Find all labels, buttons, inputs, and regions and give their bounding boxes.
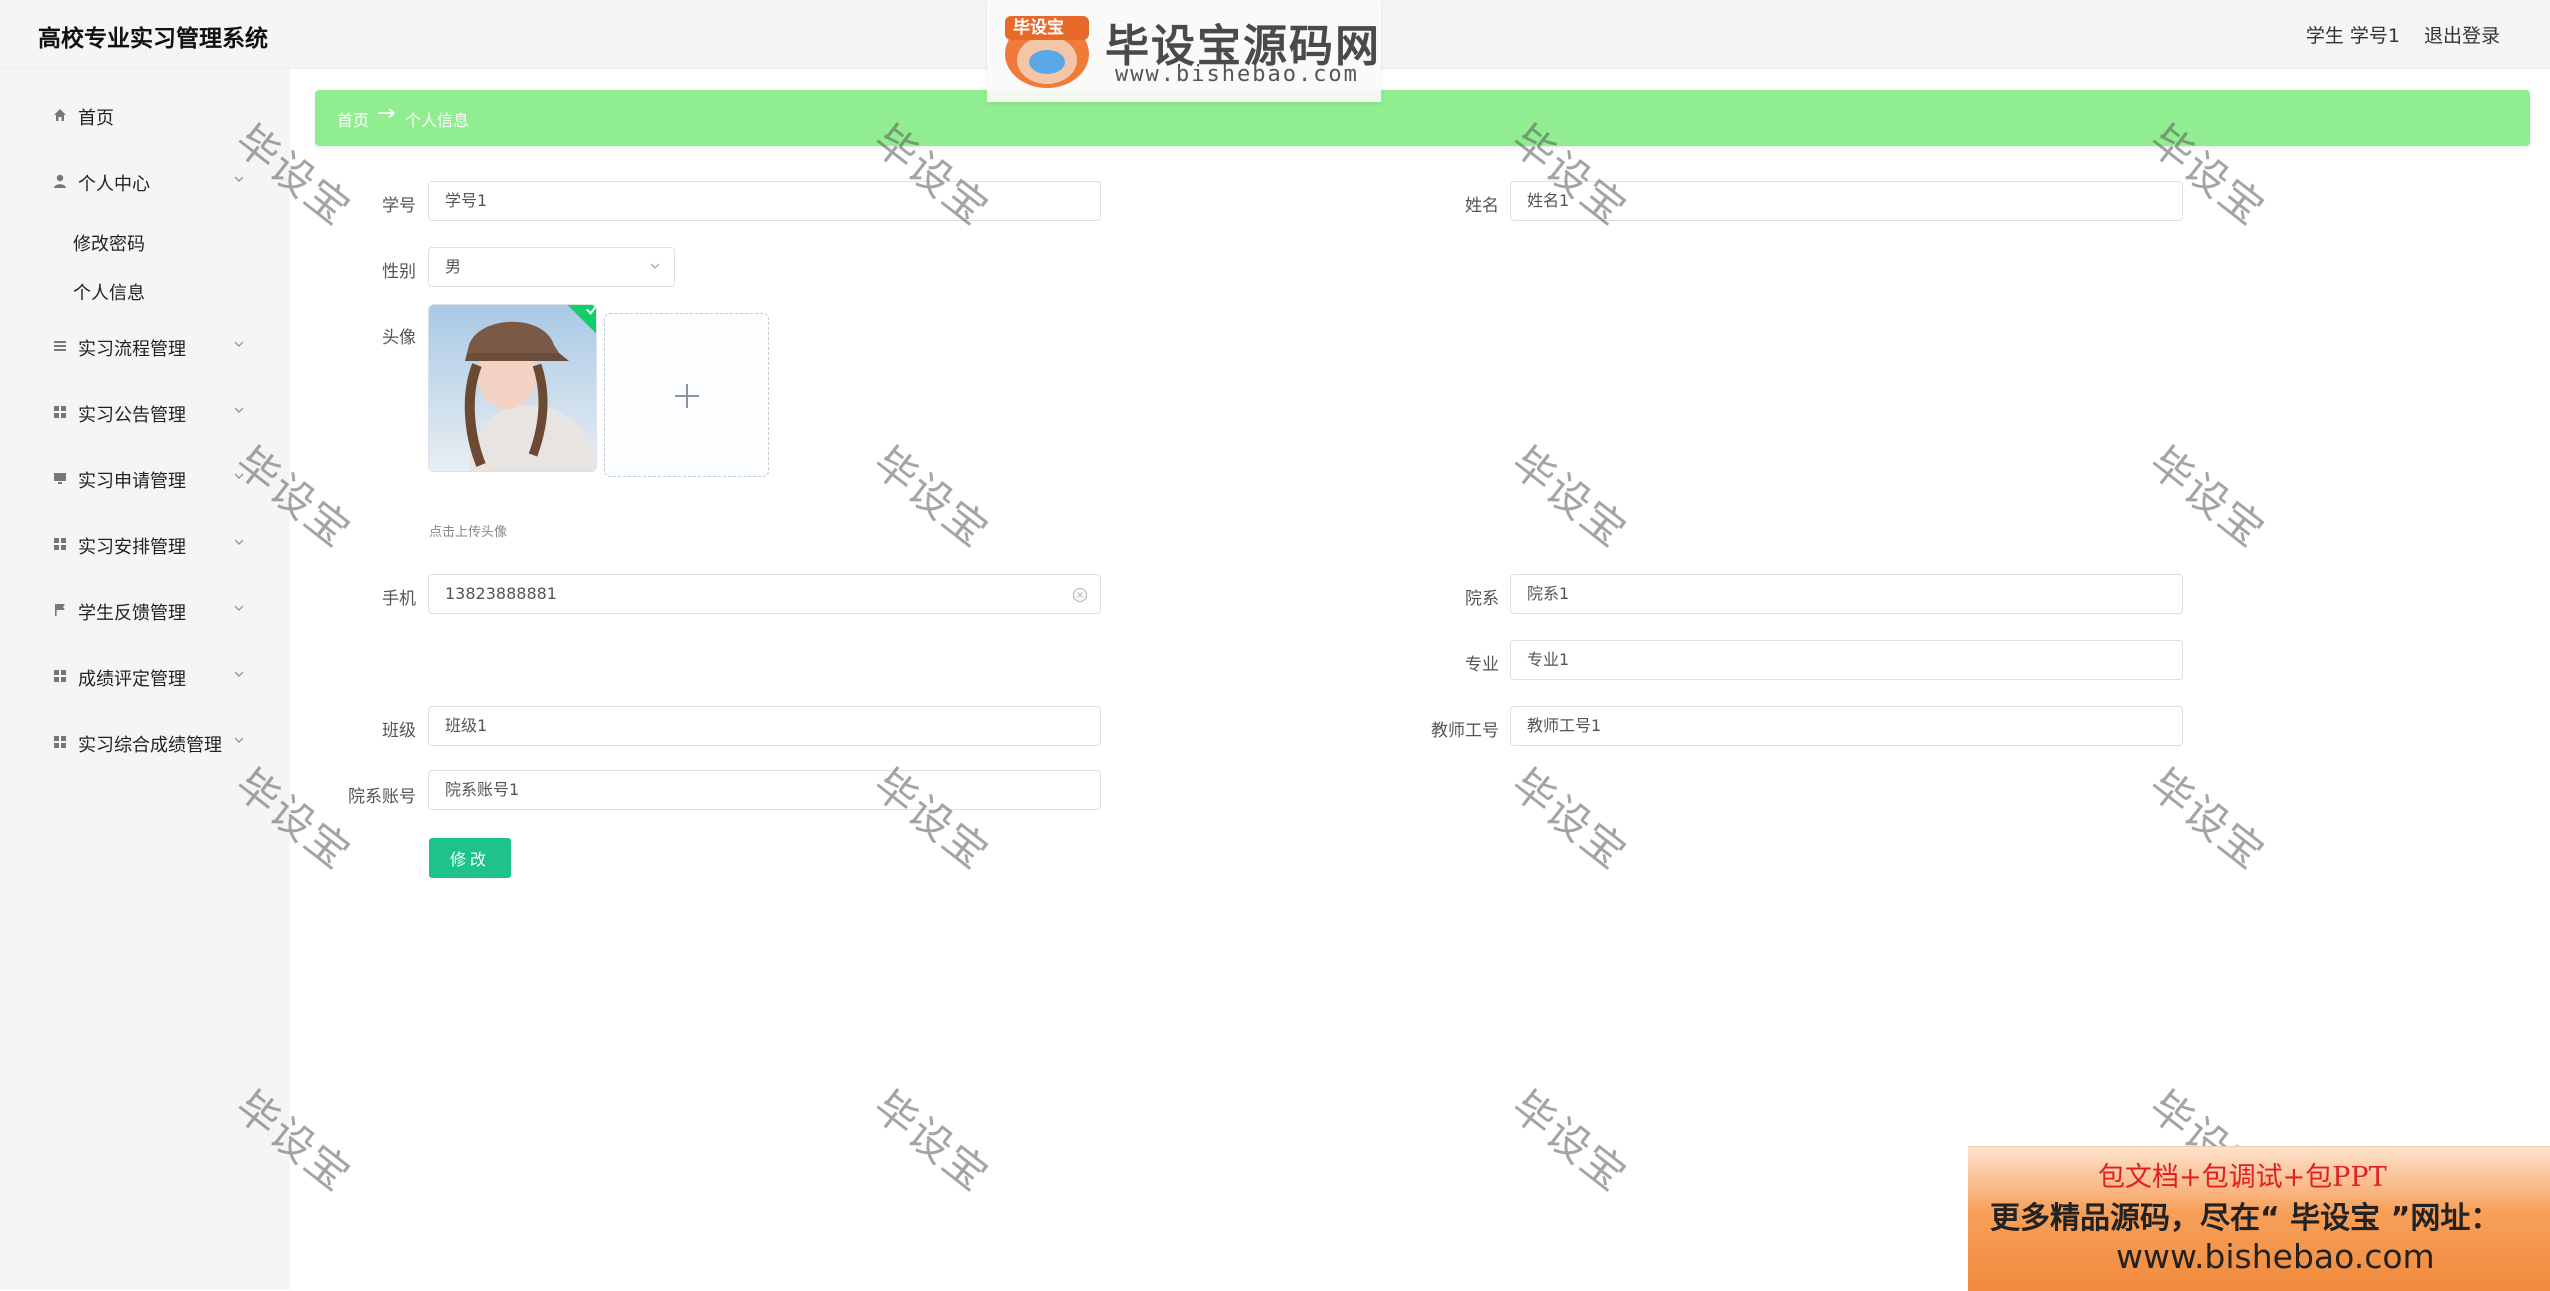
- watermark: 毕设宝: [1502, 759, 1637, 879]
- teacher-no-label: 教师工号: [1431, 721, 1499, 741]
- grid-icon: [54, 736, 66, 748]
- sidebar-item-label: 实习综合成绩管理: [78, 735, 222, 756]
- sidebar-item-label: 实习公告管理: [78, 405, 186, 426]
- sidebar-item-grading[interactable]: 成绩评定管理: [0, 657, 290, 697]
- name-field[interactable]: 姓名1: [1510, 181, 2183, 221]
- sidebar-item-process[interactable]: 实习流程管理: [0, 327, 290, 367]
- watermark: 毕设宝: [2140, 437, 2275, 557]
- watermark: 毕设宝: [864, 437, 999, 557]
- promo-line-2: 更多精品源码，尽在“ 毕设宝 ”网址：: [1990, 1201, 2501, 1236]
- sidebar-item-home[interactable]: 首页: [0, 96, 290, 136]
- grid-icon: [54, 538, 66, 550]
- update-button[interactable]: 修改: [429, 838, 511, 878]
- clear-icon[interactable]: [1072, 587, 1088, 603]
- chevron-down-icon: [234, 176, 244, 182]
- chevron-down-icon: [650, 263, 660, 269]
- department-field[interactable]: 院系1: [1510, 574, 2183, 614]
- dept-account-field[interactable]: 院系账号1: [428, 770, 1101, 810]
- upload-tip: 点击上传头像: [429, 525, 508, 540]
- promo-url: www.bishebao.com: [2116, 1237, 2435, 1276]
- avatar-upload-button[interactable]: [604, 313, 769, 477]
- sidebar-item-label: 个人中心: [78, 174, 150, 195]
- major-label: 专业: [1465, 655, 1499, 675]
- sidebar-item-arrangement[interactable]: 实习安排管理: [0, 525, 290, 565]
- watermark: 毕设宝: [1502, 1081, 1637, 1201]
- breadcrumb-current: 个人信息: [405, 111, 470, 130]
- chevron-down-icon: [234, 341, 244, 347]
- promo-banner: 包文档+包调试+包PPT 更多精品源码，尽在“ 毕设宝 ”网址： www.bis…: [1968, 1146, 2550, 1291]
- check-icon: [586, 305, 596, 315]
- chevron-down-icon: [234, 473, 244, 479]
- avatar-preview[interactable]: [428, 304, 597, 472]
- gender-select[interactable]: 男: [428, 247, 675, 287]
- grid-icon: [54, 670, 66, 682]
- avatar-image: [429, 305, 596, 471]
- major-field[interactable]: 专业1: [1510, 640, 2183, 680]
- user-icon: [54, 174, 66, 188]
- sidebar-item-label: 成绩评定管理: [78, 669, 186, 690]
- sidebar-item-label: 实习申请管理: [78, 471, 186, 492]
- grid-icon: [54, 406, 66, 418]
- plus-icon: [675, 384, 699, 408]
- chevron-down-icon: [234, 407, 244, 413]
- breadcrumb-home-link[interactable]: 首页: [337, 107, 369, 131]
- avatar-label: 头像: [382, 328, 416, 348]
- watermark: 毕设宝: [1502, 437, 1637, 557]
- gender-label: 性别: [382, 262, 416, 282]
- watermark: 毕设宝: [2140, 759, 2275, 879]
- logout-link[interactable]: 退出登录: [2424, 21, 2500, 48]
- logo-badge-text: 毕设宝: [1013, 18, 1064, 38]
- chevron-down-icon: [234, 671, 244, 677]
- sidebar-item-overall-score[interactable]: 实习综合成绩管理: [0, 723, 290, 763]
- chevron-down-icon: [234, 539, 244, 545]
- chevron-down-icon: [234, 605, 244, 611]
- sidebar-item-label: 实习安排管理: [78, 537, 186, 558]
- monitor-icon: [54, 473, 66, 484]
- current-user-label: 学生 学号1: [2305, 25, 2400, 47]
- watermark: 毕设宝: [864, 1081, 999, 1201]
- sidebar-item-label: 实习流程管理: [78, 339, 186, 360]
- phone-field[interactable]: 13823888881: [428, 574, 1101, 614]
- chevron-down-icon: [234, 737, 244, 743]
- flag-icon: [55, 604, 65, 616]
- app-title: 高校专业实习管理系统: [38, 26, 268, 52]
- promo-line-1: 包文档+包调试+包PPT: [2098, 1162, 2387, 1193]
- breadcrumb-separator: →: [377, 101, 396, 126]
- phone-value: 13823888881: [445, 584, 557, 603]
- sidebar-item-announcement[interactable]: 实习公告管理: [0, 393, 290, 433]
- sidebar: 首页 个人中心 修改密码 个人信息 实习流程管理 实习公告管理 实习申请管理 实…: [0, 69, 290, 1290]
- teacher-no-field[interactable]: 教师工号1: [1510, 706, 2183, 746]
- gender-selected-value: 男: [445, 257, 462, 276]
- phone-label: 手机: [382, 589, 416, 609]
- watermark-logo: 毕设宝 毕设宝源码网 www.bishebao.com: [987, 0, 1381, 102]
- home-icon: [54, 109, 66, 121]
- student-no-field[interactable]: 学号1: [428, 181, 1101, 221]
- breadcrumb: 首页 → 个人信息: [315, 90, 2530, 146]
- sidebar-item-label: 学生反馈管理: [78, 603, 186, 624]
- sidebar-item-personal-center[interactable]: 个人中心: [0, 162, 290, 202]
- sidebar-subitem-personal-info[interactable]: 个人信息: [73, 279, 145, 305]
- name-label: 姓名: [1465, 196, 1499, 216]
- dept-account-label: 院系账号: [348, 787, 416, 807]
- logo-url: www.bishebao.com: [1115, 62, 1359, 87]
- sidebar-item-label: 首页: [78, 108, 114, 129]
- class-field[interactable]: 班级1: [428, 706, 1101, 746]
- sidebar-item-feedback[interactable]: 学生反馈管理: [0, 591, 290, 631]
- sidebar-item-application[interactable]: 实习申请管理: [0, 459, 290, 499]
- sidebar-subitem-change-password[interactable]: 修改密码: [73, 230, 145, 256]
- list-icon: [54, 341, 66, 351]
- student-no-label: 学号: [382, 196, 416, 216]
- department-label: 院系: [1465, 589, 1499, 609]
- class-label: 班级: [382, 721, 416, 741]
